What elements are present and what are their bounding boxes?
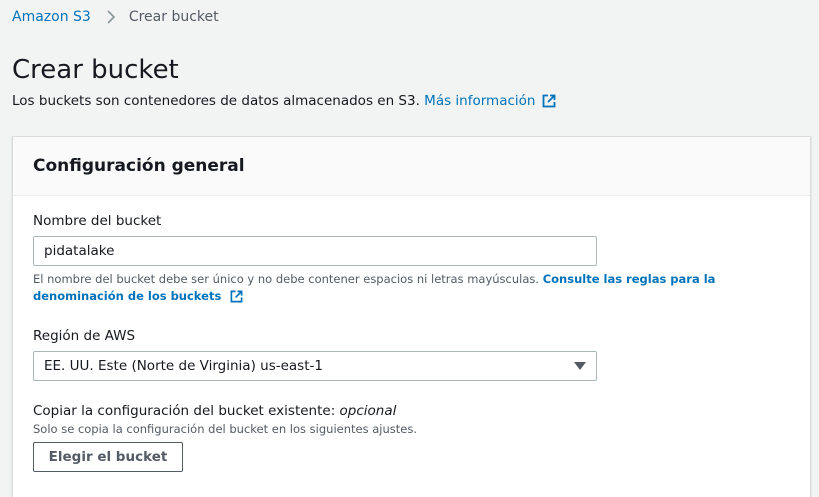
bucket-name-hint-text: El nombre del bucket debe ser único y no… bbox=[33, 272, 540, 286]
copy-config-label: Copiar la configuración del bucket exist… bbox=[33, 403, 396, 419]
copy-config-hint: Solo se copia la configuración del bucke… bbox=[33, 422, 417, 436]
more-info-link[interactable]: Más información bbox=[424, 92, 535, 110]
panel-header: Configuración general bbox=[13, 137, 810, 196]
breadcrumb-current: Crear bucket bbox=[128, 9, 219, 25]
page-description: Los buckets son contenedores de datos al… bbox=[12, 92, 556, 110]
general-configuration-panel: Configuración general Nombre del bucket … bbox=[12, 136, 811, 497]
chevron-right-icon bbox=[103, 9, 119, 25]
bucket-name-input[interactable] bbox=[33, 236, 597, 266]
breadcrumb-link-amazon-s3[interactable]: Amazon S3 bbox=[12, 9, 91, 25]
region-label: Región de AWS bbox=[33, 328, 136, 344]
region-select[interactable]: EE. UU. Este (Norte de Virginia) us-east… bbox=[33, 351, 597, 381]
bucket-name-hint: El nombre del bucket debe ser único y no… bbox=[33, 271, 793, 305]
region-selected-value: EE. UU. Este (Norte de Virginia) us-east… bbox=[44, 358, 323, 374]
panel-title: Configuración general bbox=[33, 156, 245, 176]
page-description-text: Los buckets son contenedores de datos al… bbox=[12, 93, 420, 109]
external-link-icon[interactable] bbox=[542, 94, 556, 108]
choose-bucket-button[interactable]: Elegir el bucket bbox=[33, 442, 183, 472]
bucket-name-label: Nombre del bucket bbox=[33, 213, 162, 229]
page-title: Crear bucket bbox=[12, 55, 179, 85]
external-link-icon[interactable] bbox=[230, 290, 243, 303]
copy-config-optional: opcional bbox=[339, 403, 397, 419]
breadcrumb: Amazon S3 Crear bucket bbox=[12, 7, 219, 27]
copy-config-label-text: Copiar la configuración del bucket exist… bbox=[33, 403, 336, 419]
caret-down-icon bbox=[574, 362, 586, 370]
